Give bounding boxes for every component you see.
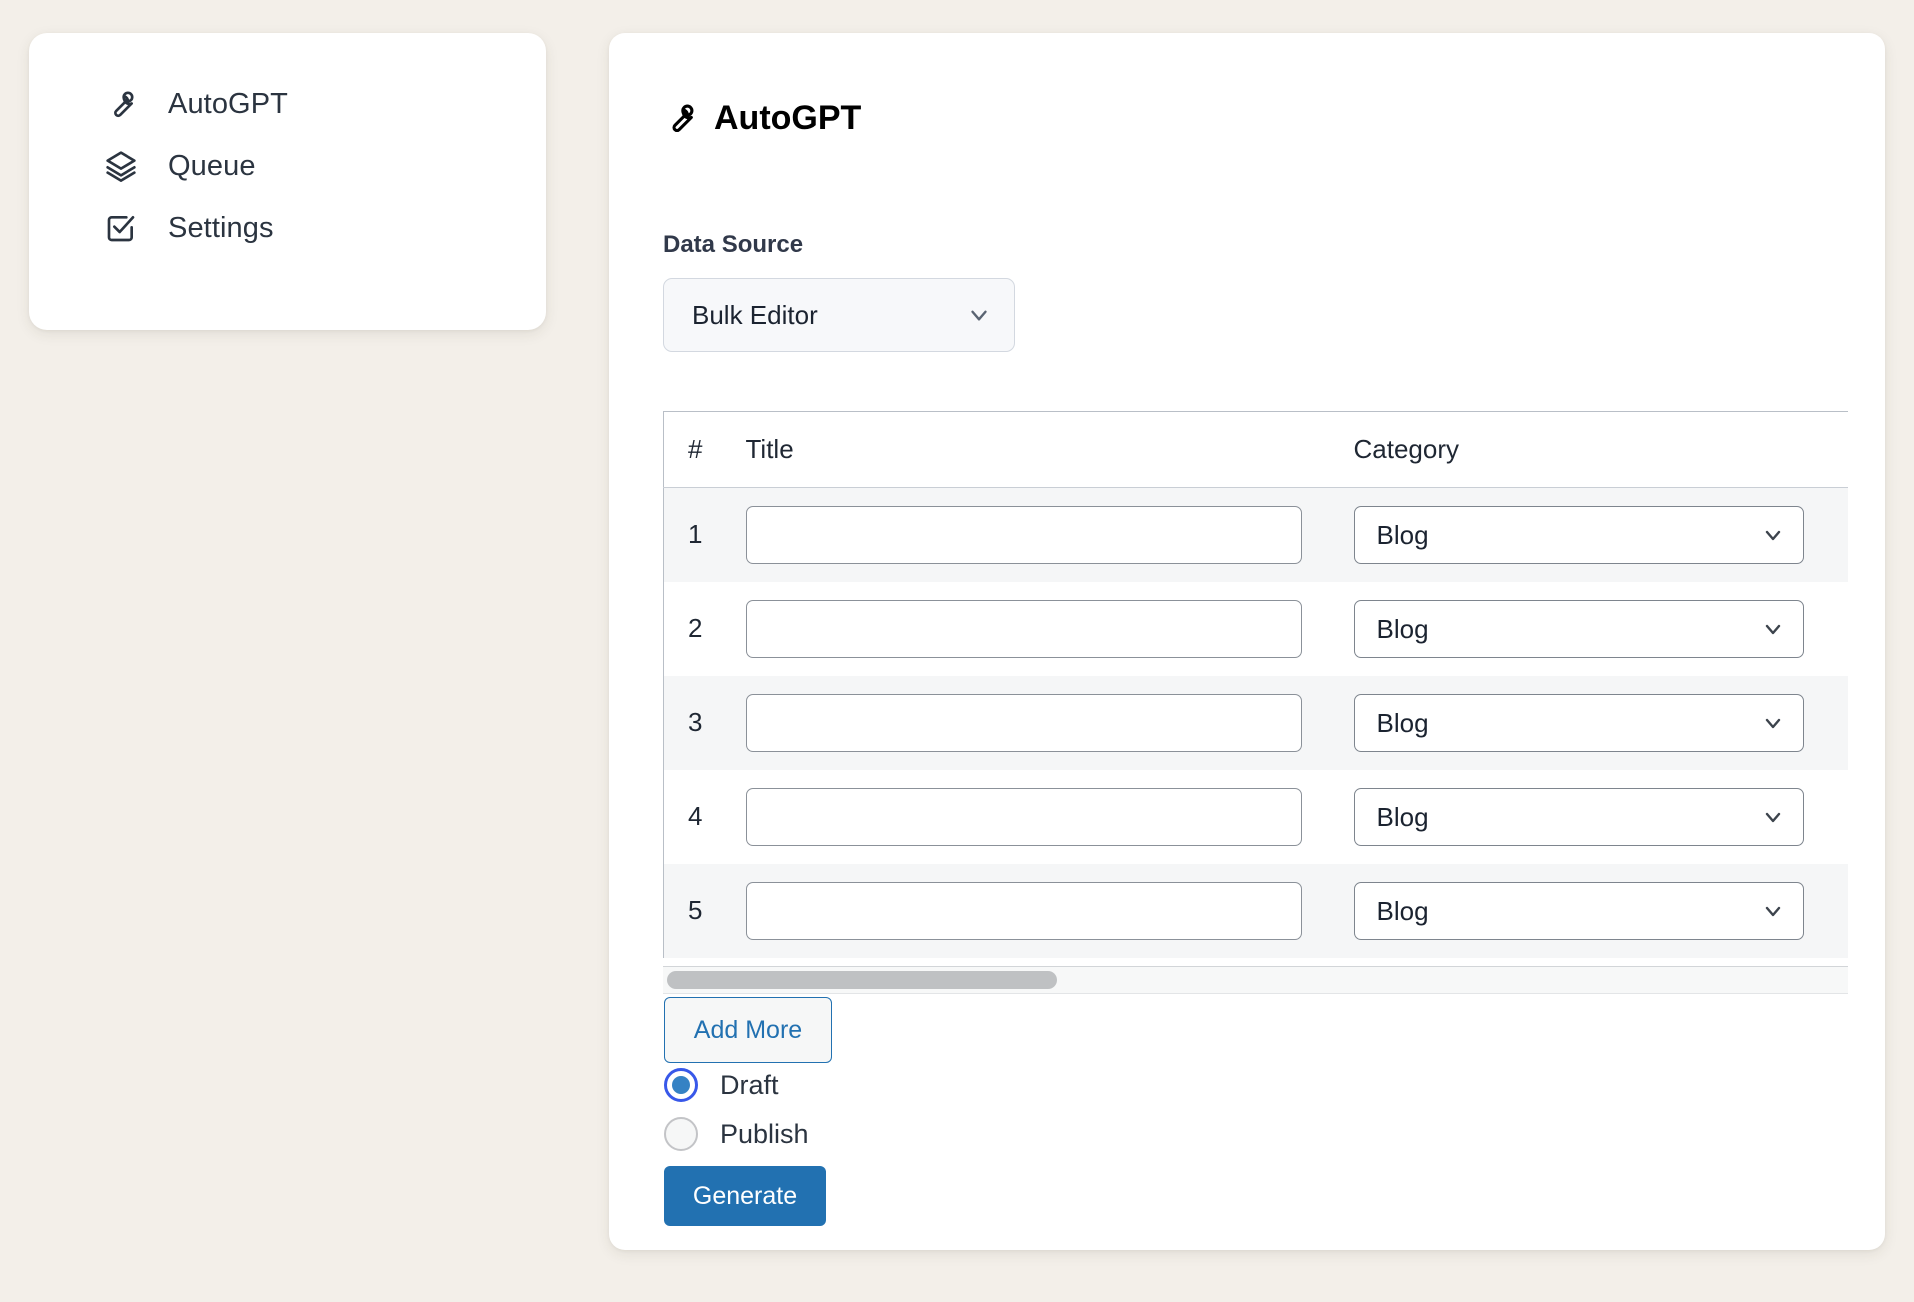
category-select[interactable]: Blog [1353, 693, 1804, 752]
title-input[interactable] [745, 505, 1302, 564]
main-panel-card: AutoGPT Data Source Bulk Editor # Title … [609, 33, 1885, 1250]
sidebar-item-label: Settings [168, 211, 274, 244]
layers-icon [104, 149, 138, 183]
bulk-editor-table: # Title Category 1 Blog 2 Blog 3 Blog 4 … [663, 411, 1848, 958]
data-source-value: Bulk Editor [692, 300, 818, 330]
row-number: 3 [663, 675, 746, 770]
category-value: Blog [1376, 707, 1429, 738]
wrench-icon [104, 87, 138, 121]
chevron-down-icon [1761, 523, 1785, 547]
wrench-icon [663, 101, 697, 135]
page-title: AutoGPT [663, 101, 861, 135]
scrollbar-thumb[interactable] [667, 971, 1057, 989]
row-number: 5 [663, 863, 746, 958]
bulk-editor-table-viewport: # Title Category 1 Blog 2 Blog 3 Blog 4 … [663, 411, 1848, 980]
sidebar-item-settings[interactable]: Settings [29, 197, 546, 259]
sidebar-card: AutoGPT Queue Settings [29, 33, 546, 330]
check-square-icon [104, 211, 138, 245]
table-header-row: # Title Category [663, 411, 1848, 488]
category-select[interactable]: Blog [1353, 599, 1804, 658]
column-header-title: Title [745, 411, 1354, 488]
sidebar-item-queue[interactable]: Queue [29, 135, 546, 197]
row-number: 2 [663, 581, 746, 676]
radio-option-publish[interactable]: Publish [664, 1117, 809, 1151]
data-source-label: Data Source [663, 231, 804, 258]
chevron-down-icon [1761, 899, 1785, 923]
generate-button[interactable]: Generate [664, 1166, 826, 1226]
row-title-cell [745, 769, 1354, 864]
table-row: 2 Blog [663, 581, 1848, 676]
title-input[interactable] [745, 693, 1302, 752]
table-row: 4 Blog [663, 769, 1848, 864]
table-header: # Title Category [663, 411, 1848, 488]
chevron-down-icon [1761, 617, 1785, 641]
row-category-cell: Blog [1353, 675, 1848, 770]
title-input[interactable] [745, 881, 1302, 940]
table-row: 5 Blog [663, 863, 1848, 958]
table-horizontal-scrollbar[interactable] [663, 966, 1848, 994]
radio-publish-control[interactable] [664, 1117, 698, 1151]
title-input[interactable] [745, 599, 1302, 658]
chevron-down-icon [966, 302, 992, 328]
title-input[interactable] [745, 787, 1302, 846]
row-category-cell: Blog [1353, 581, 1848, 676]
row-title-cell [745, 581, 1354, 676]
table-body: 1 Blog 2 Blog 3 Blog 4 Blog 5 Blog [663, 487, 1848, 958]
sidebar-item-autogpt[interactable]: AutoGPT [29, 73, 546, 135]
row-title-cell [745, 863, 1354, 958]
table-row: 3 Blog [663, 675, 1848, 770]
chevron-down-icon [1761, 711, 1785, 735]
sidebar-item-label: Queue [168, 149, 256, 182]
category-value: Blog [1376, 613, 1429, 644]
table-row: 1 Blog [663, 487, 1848, 582]
row-title-cell [745, 675, 1354, 770]
column-header-category: Category [1353, 411, 1848, 488]
category-select[interactable]: Blog [1353, 505, 1804, 564]
radio-option-draft[interactable]: Draft [664, 1068, 779, 1102]
row-category-cell: Blog [1353, 863, 1848, 958]
category-value: Blog [1376, 895, 1429, 926]
column-header-number: # [663, 411, 746, 488]
sidebar-item-label: AutoGPT [168, 87, 288, 120]
row-number: 1 [663, 487, 746, 582]
page-title-text: AutoGPT [714, 99, 862, 137]
row-title-cell [745, 487, 1354, 582]
category-value: Blog [1376, 801, 1429, 832]
row-category-cell: Blog [1353, 487, 1848, 582]
chevron-down-icon [1761, 805, 1785, 829]
radio-publish-label: Publish [720, 1118, 809, 1149]
radio-draft-label: Draft [720, 1069, 779, 1100]
row-category-cell: Blog [1353, 769, 1848, 864]
row-number: 4 [663, 769, 746, 864]
add-more-button[interactable]: Add More [664, 997, 832, 1063]
data-source-select[interactable]: Bulk Editor [663, 278, 1015, 352]
category-select[interactable]: Blog [1353, 881, 1804, 940]
category-select[interactable]: Blog [1353, 787, 1804, 846]
category-value: Blog [1376, 519, 1429, 550]
radio-draft-control[interactable] [664, 1068, 698, 1102]
